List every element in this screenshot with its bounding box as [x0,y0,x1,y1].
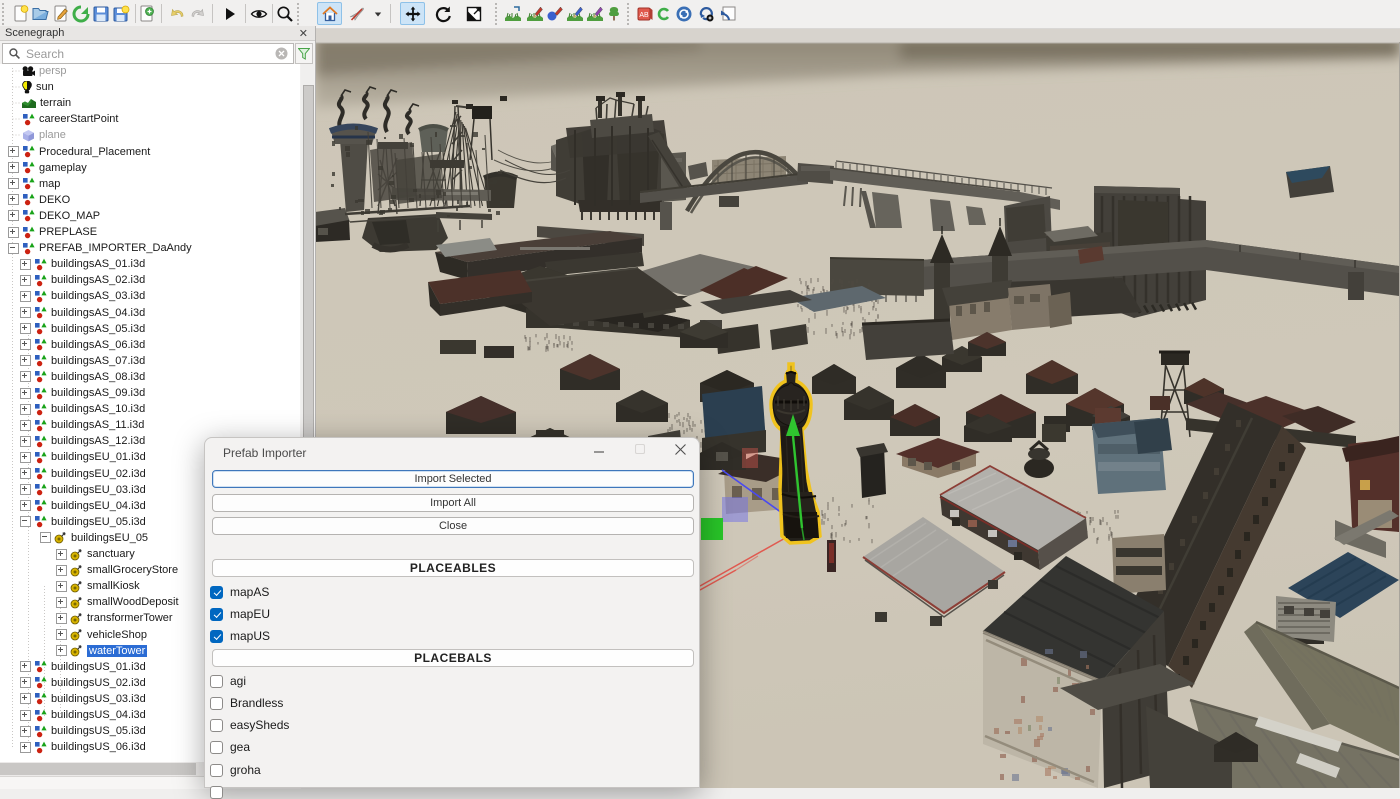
svg-text:AB: AB [639,12,649,19]
